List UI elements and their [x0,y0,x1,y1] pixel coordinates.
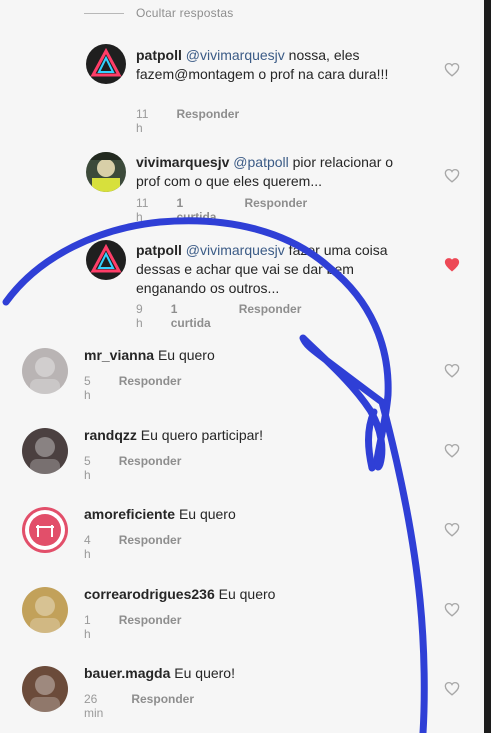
avatar[interactable] [86,44,126,84]
flamingo-logo-icon [29,514,61,546]
comment-meta: 11 h Responder [136,107,267,135]
comment-text: randqzz Eu quero participar! [84,426,424,445]
timestamp: 1 h [84,613,91,641]
like-heart-icon[interactable] [444,443,460,458]
avatar[interactable] [22,428,68,474]
reply-button[interactable]: Responder [119,613,182,641]
user-photo-icon [30,357,60,394]
comment-text: mr_vianna Eu quero [84,346,424,365]
mention-link[interactable]: @vivimarquesjv [186,47,285,63]
like-heart-icon[interactable] [444,363,460,378]
reply-button[interactable]: Responder [119,454,182,482]
comment-text: patpoll @vivimarquesjv nossa, eles fazem… [136,46,406,84]
timestamp: 11 h [136,107,149,135]
comment-body: Eu quero [218,586,276,602]
avatar[interactable] [86,240,126,280]
comment-meta: 5 h Responder [84,454,209,482]
timestamp: 5 h [84,374,91,402]
comment-text: patpoll @vivimarquesjv fazer uma coisa d… [136,241,406,298]
timestamp: 26 min [84,692,104,720]
likes-count[interactable]: 1 curtida [176,196,216,224]
divider-line [84,12,124,14]
avatar-logo-icon [90,47,122,77]
username[interactable]: patpoll [136,47,182,63]
timestamp: 9 h [136,302,143,330]
comment-body: Eu quero! [174,665,235,681]
mention-link[interactable]: @patpoll [233,154,288,170]
username[interactable]: mr_vianna [84,347,154,363]
reply-button[interactable]: Responder [119,533,182,561]
avatar[interactable] [22,507,68,553]
timestamp: 11 h [136,196,149,224]
like-heart-icon[interactable] [444,62,460,77]
username[interactable]: patpoll [136,242,182,258]
screen-edge [484,0,491,733]
reply-button[interactable]: Responder [176,107,239,135]
reply-button[interactable]: Responder [119,374,182,402]
timestamp: 4 h [84,533,91,561]
avatar-logo-icon [90,243,122,273]
like-heart-icon[interactable] [444,602,460,617]
comment-meta: 9 h 1 curtida Responder [136,302,329,330]
username[interactable]: randqzz [84,427,137,443]
avatar[interactable] [22,348,68,394]
username[interactable]: amoreficiente [84,506,175,522]
comment-meta: 26 min Responder [84,692,222,720]
like-heart-icon[interactable] [444,168,460,183]
reply-button[interactable]: Responder [131,692,194,720]
comment-body: Eu quero [178,506,236,522]
user-photo-icon [30,596,60,633]
hide-replies-label: Ocultar respostas [136,6,234,20]
likes-count[interactable]: 1 curtida [171,302,211,330]
avatar[interactable] [86,152,126,192]
avatar[interactable] [22,666,68,712]
reply-button[interactable]: Responder [244,196,307,224]
username[interactable]: correarodrigues236 [84,586,215,602]
liked-heart-icon[interactable] [444,257,460,272]
comment-text: vivimarquesjv @patpoll pior relacionar o… [136,153,406,191]
comment-meta: 11 h 1 curtida Responder [136,196,335,224]
mention-link[interactable]: @vivimarquesjv [186,242,285,258]
username[interactable]: bauer.magda [84,665,170,681]
avatar-photo-icon [86,152,126,192]
timestamp: 5 h [84,454,91,482]
like-heart-icon[interactable] [444,522,460,537]
comment-meta: 4 h Responder [84,533,209,561]
comments-screen: Ocultar respostas patpoll @vivimarquesjv… [0,0,491,733]
avatar[interactable] [22,587,68,633]
comment-text: bauer.magda Eu quero! [84,664,424,683]
comment-text: amoreficiente Eu quero [84,505,424,524]
hide-replies-link[interactable]: Ocultar respostas [84,6,233,20]
username[interactable]: vivimarquesjv [136,154,229,170]
like-heart-icon[interactable] [444,681,460,696]
comment-body: Eu quero participar! [140,427,263,443]
comment-text: correarodrigues236 Eu quero [84,585,424,604]
comment-meta: 1 h Responder [84,613,209,641]
comment-meta: 5 h Responder [84,374,209,402]
comment-body: Eu quero [157,347,215,363]
user-photo-icon [30,437,60,474]
user-photo-icon [30,675,60,712]
reply-button[interactable]: Responder [239,302,302,330]
